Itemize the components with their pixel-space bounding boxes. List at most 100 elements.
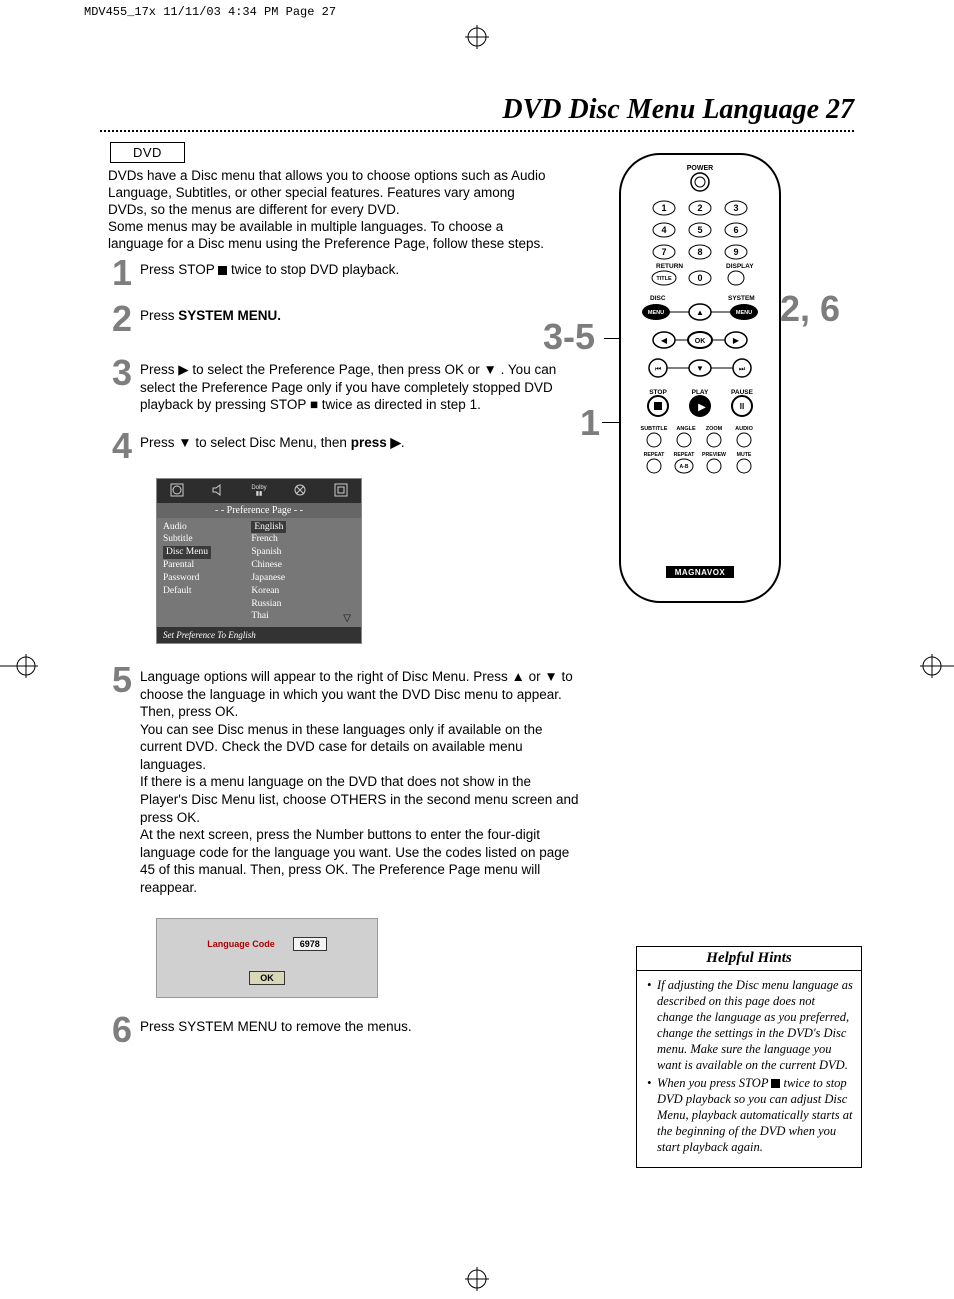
svg-text:9: 9 (733, 247, 738, 257)
svg-text:▲: ▲ (696, 308, 704, 317)
svg-text:REPEAT: REPEAT (644, 452, 665, 458)
text: At the next screen, press the Number but… (140, 827, 569, 895)
text: Press ▼ to select Disc Menu, then (140, 435, 351, 450)
svg-text:REPEAT: REPEAT (674, 452, 695, 458)
speaker-icon (211, 483, 225, 499)
step-number: 4 (100, 428, 140, 464)
crop-mark-left (0, 654, 38, 678)
ok-button: OK (249, 971, 285, 985)
dolby-icon: Dolby▮▮ (251, 485, 266, 497)
osd-item: Parental (163, 559, 251, 572)
hint-item: • If adjusting the Disc menu language as… (647, 977, 853, 1073)
svg-text:MAGNAVOX: MAGNAVOX (675, 568, 726, 577)
svg-text:▶: ▶ (698, 402, 706, 413)
hints-body: • If adjusting the Disc menu language as… (637, 971, 861, 1167)
svg-text:▶: ▶ (733, 336, 740, 345)
step-text: Press SYSTEM MENU to remove the menus. (140, 1012, 580, 1048)
osd-right-col: English French Spanish Chinese Japanese … (251, 521, 355, 624)
svg-text:PREVIEW: PREVIEW (702, 452, 726, 458)
triangle-down-icon: ▽ (343, 612, 351, 626)
globe-icon (170, 483, 184, 499)
text: Press (140, 308, 178, 323)
text: You can see Disc menus in these language… (140, 722, 543, 772)
osd-item: Chinese (251, 559, 355, 572)
svg-text:⏭: ⏭ (739, 366, 746, 373)
bullet-icon: • (647, 977, 657, 1073)
svg-text:⏮: ⏮ (655, 366, 661, 373)
callout-1: 1 (580, 402, 600, 444)
osd-item: Default (163, 585, 251, 598)
svg-text:AUDIO: AUDIO (735, 426, 753, 432)
osd-item-selected: Disc Menu (163, 546, 251, 559)
crop-mark-right (920, 654, 954, 678)
step-text: Press SYSTEM MENU. (140, 301, 580, 337)
step-text: Language options will appear to the righ… (140, 662, 580, 896)
osd-item: Spanish (251, 546, 355, 559)
dotted-rule (100, 130, 854, 132)
stop-icon (218, 266, 227, 275)
steps-list: 1 Press STOP twice to stop DVD playback.… (100, 255, 580, 1058)
svg-text:4: 4 (661, 225, 666, 235)
intro-p1: DVDs have a Disc menu that allows you to… (108, 168, 546, 217)
svg-text:DISPLAY: DISPLAY (726, 263, 754, 270)
svg-text:◀: ◀ (661, 336, 668, 345)
svg-text:2: 2 (697, 203, 702, 213)
text: twice to stop DVD playback. (227, 262, 399, 277)
osd-title: - - Preference Page - - (157, 503, 361, 518)
disc-x-icon (293, 483, 307, 499)
step-number: 5 (100, 662, 140, 896)
step-text: Press ▼ to select Disc Menu, then press … (140, 428, 580, 464)
osd-left-col: Audio Subtitle Disc Menu Parental Passwo… (163, 521, 251, 624)
callout-3-5: 3-5 (543, 316, 595, 358)
osd-item: Audio (163, 521, 251, 534)
step-3: 3 Press ▶ to select the Preference Page,… (100, 355, 580, 414)
hint-text: If adjusting the Disc menu language as d… (657, 977, 853, 1073)
osd-icon-row: Dolby▮▮ (157, 479, 361, 503)
step-4: 4 Press ▼ to select Disc Menu, then pres… (100, 428, 580, 464)
osd-item: French (251, 533, 355, 546)
svg-text:PLAY: PLAY (692, 389, 709, 396)
svg-text:7: 7 (661, 247, 666, 257)
osd-item: Japanese (251, 572, 355, 585)
svg-text:▼: ▼ (696, 364, 704, 373)
svg-text:TITLE: TITLE (656, 276, 672, 282)
step-number: 2 (100, 301, 140, 337)
language-code-value: 6978 (293, 937, 327, 951)
svg-text:8: 8 (697, 247, 702, 257)
intro-p2: Some menus may be available in multiple … (108, 219, 544, 251)
svg-text:STOP: STOP (649, 389, 667, 396)
osd-item: Russian (251, 598, 355, 611)
callout-2-6: 2, 6 (780, 288, 840, 330)
svg-text:DISC: DISC (650, 295, 666, 302)
text-bold: press ▶ (351, 435, 401, 450)
helpful-hints-box: Helpful Hints • If adjusting the Disc me… (636, 946, 862, 1168)
step-6: 6 Press SYSTEM MENU to remove the menus. (100, 1012, 580, 1048)
svg-text:A-B: A-B (680, 464, 689, 470)
step-number: 6 (100, 1012, 140, 1048)
power-label: POWER (687, 165, 713, 172)
intro-paragraph: DVDs have a Disc menu that allows you to… (108, 168, 552, 252)
hint-text: When you press STOP twice to stop DVD pl… (657, 1075, 853, 1155)
svg-text:1: 1 (661, 203, 666, 213)
remote-control: POWER 1 2 3 4 5 6 7 8 9 0 RETURN DISPLAY… (614, 148, 786, 608)
print-header: MDV455_17x 11/11/03 4:34 PM Page 27 (84, 5, 336, 19)
text: Disc Menu (163, 546, 211, 559)
step-1: 1 Press STOP twice to stop DVD playback. (100, 255, 580, 291)
svg-text:MENU: MENU (648, 310, 664, 316)
text: Language options will appear to the righ… (140, 669, 573, 719)
preference-page-osd: Dolby▮▮ - - Preference Page - - Audio Su… (156, 478, 362, 645)
bullet-icon: • (647, 1075, 657, 1155)
step-text: Press ▶ to select the Preference Page, t… (140, 355, 580, 414)
osd-footer: Set Preference To English (157, 627, 361, 643)
svg-text:3: 3 (733, 203, 738, 213)
text: English (251, 521, 286, 534)
osd-body: Audio Subtitle Disc Menu Parental Passwo… (157, 518, 361, 628)
svg-text:OK: OK (695, 338, 706, 345)
svg-text:SUBTITLE: SUBTITLE (641, 426, 668, 432)
step-5: 5 Language options will appear to the ri… (100, 662, 580, 896)
svg-text:0: 0 (697, 273, 702, 283)
hints-title: Helpful Hints (637, 947, 861, 971)
language-code-label: Language Code (207, 939, 275, 949)
text: . (401, 435, 405, 450)
svg-text:II: II (740, 402, 744, 411)
